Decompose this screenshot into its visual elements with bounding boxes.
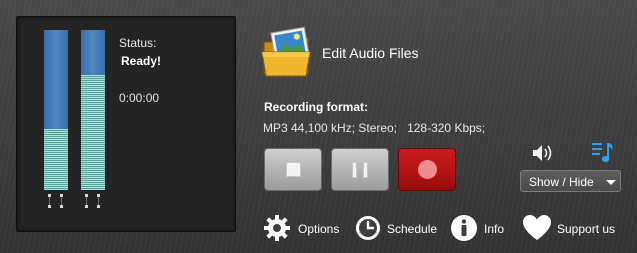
right-channel-meter: [81, 30, 105, 190]
volume-button[interactable]: [531, 143, 555, 163]
elapsed-time: 0:00:00: [119, 91, 160, 105]
record-button[interactable]: [398, 148, 456, 191]
record-icon: [418, 160, 437, 179]
heart-icon: [523, 215, 551, 240]
info-link[interactable]: Info: [450, 212, 512, 244]
recording-format-value: MP3 44,100 kHz; Stereo; 128-320 Kbps;: [263, 121, 486, 135]
schedule-label: Schedule: [387, 222, 438, 236]
clock-icon: [356, 216, 380, 240]
stop-icon: [286, 162, 301, 177]
chevron-down-icon: [606, 180, 616, 185]
options-link[interactable]: Options: [262, 212, 344, 244]
left-channel-meter: [44, 30, 68, 190]
pause-button[interactable]: [331, 148, 389, 191]
show-hide-label: Show / Hide: [529, 175, 594, 189]
level-meter-panel: Status: Ready! 0:00:00: [16, 16, 236, 232]
support-us-label: Support us: [557, 222, 616, 236]
options-label: Options: [298, 222, 340, 236]
stop-button[interactable]: [264, 148, 322, 191]
right-channel-icon: [85, 194, 101, 208]
left-meter-level: [44, 129, 68, 190]
status-value: Ready!: [121, 54, 162, 68]
left-channel-icon: [48, 194, 64, 208]
folder-photo-icon: [261, 26, 311, 77]
recording-format-title: Recording format:: [264, 100, 369, 114]
edit-audio-files-button[interactable]: Edit Audio Files: [260, 26, 450, 78]
info-icon: [451, 215, 477, 241]
info-label: Info: [484, 222, 505, 236]
show-hide-dropdown[interactable]: Show / Hide: [520, 170, 621, 192]
edit-audio-files-label: Edit Audio Files: [322, 45, 419, 61]
right-meter-level: [81, 74, 105, 190]
speaker-icon: [533, 145, 552, 161]
playlist-icon: [592, 143, 613, 162]
schedule-link[interactable]: Schedule: [354, 212, 440, 244]
status-label: Status:: [119, 36, 157, 50]
support-us-link[interactable]: Support us: [522, 212, 622, 244]
playlist-button[interactable]: [591, 140, 615, 166]
gear-icon: [264, 215, 290, 241]
